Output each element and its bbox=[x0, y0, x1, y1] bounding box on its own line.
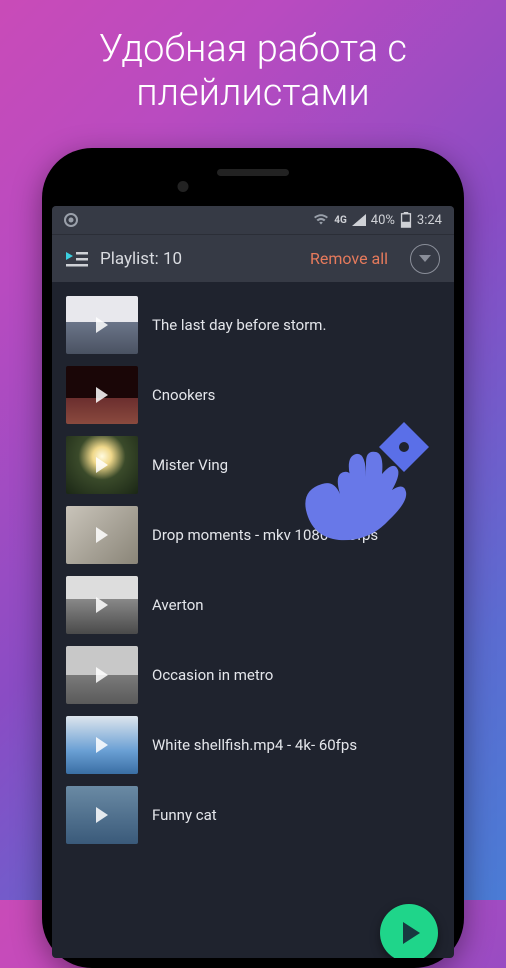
play-fab[interactable] bbox=[380, 904, 438, 958]
app-header: Playlist: 10 Remove all bbox=[52, 234, 454, 282]
network-label: 4G bbox=[334, 215, 347, 226]
item-title: The last day before storm. bbox=[152, 316, 326, 334]
item-title: Averton bbox=[152, 596, 204, 614]
battery-pct: 40% bbox=[371, 213, 395, 228]
item-title: White shellfish.mp4 - 4k- 60fps bbox=[152, 736, 357, 754]
status-bar: 4G 40% 3:24 bbox=[52, 206, 454, 234]
hero-title: Удобная работа с плейлистами bbox=[0, 0, 506, 115]
video-thumbnail bbox=[66, 436, 138, 494]
list-item[interactable]: White shellfish.mp4 - 4k- 60fps bbox=[52, 710, 454, 780]
video-thumbnail bbox=[66, 366, 138, 424]
video-thumbnail bbox=[66, 646, 138, 704]
item-title: Funny cat bbox=[152, 806, 217, 824]
video-thumbnail bbox=[66, 716, 138, 774]
status-app-icon bbox=[64, 213, 78, 227]
list-item[interactable]: Drop moments - mkv 1080 - 60fps bbox=[52, 500, 454, 570]
dropdown-button[interactable] bbox=[410, 244, 440, 274]
list-item[interactable]: Cnookers bbox=[52, 360, 454, 430]
item-title: Occasion in metro bbox=[152, 666, 273, 684]
list-item[interactable]: Mister Ving bbox=[52, 430, 454, 500]
list-item[interactable]: The last day before storm. bbox=[52, 290, 454, 360]
item-title: Mister Ving bbox=[152, 456, 228, 474]
status-time: 3:24 bbox=[417, 213, 442, 228]
list-item[interactable]: Funny cat bbox=[52, 780, 454, 850]
battery-icon bbox=[400, 212, 412, 228]
playlist-icon bbox=[66, 250, 88, 268]
playlist-title: Playlist: 10 bbox=[100, 249, 298, 269]
video-thumbnail bbox=[66, 506, 138, 564]
list-item[interactable]: Occasion in metro bbox=[52, 640, 454, 710]
phone-frame: 4G 40% 3:24 Playlist: 10 Remove all bbox=[42, 148, 464, 968]
playlist-list[interactable]: The last day before storm. Cnookers Mist… bbox=[52, 282, 454, 850]
signal-icon bbox=[352, 214, 366, 226]
remove-all-button[interactable]: Remove all bbox=[310, 249, 388, 268]
video-thumbnail bbox=[66, 786, 138, 844]
item-title: Cnookers bbox=[152, 386, 215, 404]
list-item[interactable]: Averton bbox=[52, 570, 454, 640]
screen: 4G 40% 3:24 Playlist: 10 Remove all bbox=[52, 206, 454, 958]
wifi-icon bbox=[313, 214, 329, 226]
chevron-down-icon bbox=[419, 255, 431, 263]
item-title: Drop moments - mkv 1080 - 60fps bbox=[152, 526, 378, 544]
video-thumbnail bbox=[66, 576, 138, 634]
video-thumbnail bbox=[66, 296, 138, 354]
